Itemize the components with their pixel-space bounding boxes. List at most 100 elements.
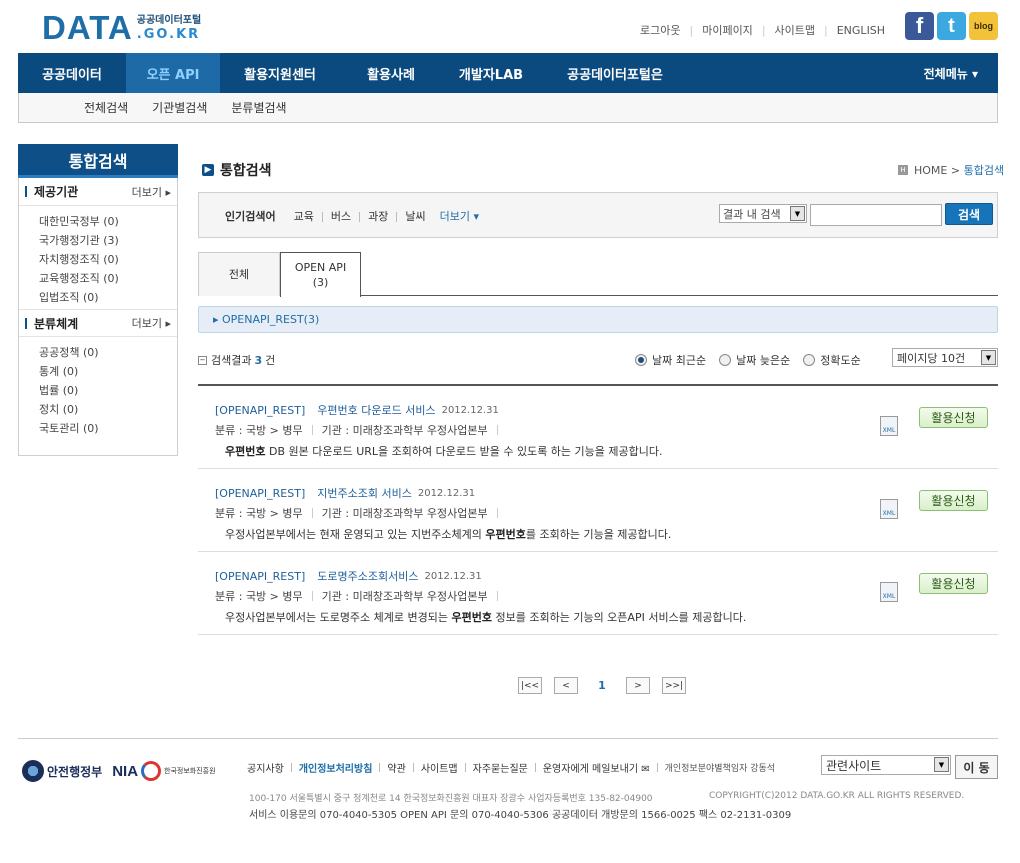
result-title[interactable]: 우편번호 다운로드 서비스	[317, 402, 435, 418]
all-menu-button[interactable]: 전체메뉴 ▾	[924, 53, 998, 93]
gnb-public-data[interactable]: 공공데이터	[18, 53, 126, 93]
result-type[interactable]: [OPENAPI_REST]	[215, 487, 305, 500]
search-scope-select[interactable]: 결과 내 검색 ▼	[719, 204, 807, 223]
search-button[interactable]: 검색	[945, 203, 993, 225]
mypage-link[interactable]: 마이페이지	[702, 22, 753, 38]
go-button[interactable]: 이 동	[955, 755, 998, 779]
category-item[interactable]: 공공정책 (0)	[39, 343, 177, 362]
subnav-category-search[interactable]: 분류별검색	[231, 99, 286, 116]
category-item[interactable]: 정치 (0)	[39, 400, 177, 419]
result-type[interactable]: [OPENAPI_REST]	[215, 570, 305, 583]
result-date: 2012.12.31	[417, 487, 476, 499]
xml-icon[interactable]: XML	[880, 416, 898, 436]
gnb-use-cases[interactable]: 활용사례	[340, 53, 442, 93]
facebook-icon[interactable]: f	[905, 12, 934, 40]
footer-divider	[18, 738, 998, 739]
breadcrumb-current: 통합검색	[963, 164, 1005, 177]
apply-button[interactable]: 활용신청	[919, 490, 988, 511]
current-page[interactable]: 1	[590, 677, 614, 694]
page-title: ▶ 통합검색	[202, 160, 272, 180]
provider-item[interactable]: 교육행정조직 (0)	[39, 269, 177, 288]
provider-item[interactable]: 대한민국정부 (0)	[39, 212, 177, 231]
result-title[interactable]: 지번주소조회 서비스	[317, 485, 412, 501]
result-count: − 검색결과 3 건	[198, 353, 276, 367]
category-item[interactable]: 법률 (0)	[39, 381, 177, 400]
next-page-button[interactable]: >	[626, 677, 650, 694]
sitemap-link[interactable]: 사이트맵	[775, 22, 815, 38]
provider-more-link[interactable]: 더보기 ▸	[132, 184, 171, 200]
provider-list: 대한민국정부 (0) 국가행정기관 (3) 자치행정조직 (0) 교육행정조직 …	[19, 206, 177, 309]
category-filter-bar[interactable]: ▸ OPENAPI_REST(3)	[198, 306, 998, 333]
footer-copyright: COPYRIGHT(C)2012 DATA.GO.KR ALL RIGHTS R…	[709, 791, 965, 801]
related-sites-select[interactable]: 관련사이트 ▼	[821, 755, 951, 775]
result-type[interactable]: [OPENAPI_REST]	[215, 404, 305, 417]
apply-button[interactable]: 활용신청	[919, 573, 988, 594]
result-category: 분류 : 국방 > 병무	[215, 507, 303, 520]
sort-oldest[interactable]: 날짜 늦은순	[719, 352, 790, 368]
blog-icon[interactable]: blog	[969, 12, 998, 40]
tab-open-api[interactable]: OPEN API (3)	[280, 252, 361, 297]
category-item[interactable]: 통계 (0)	[39, 362, 177, 381]
prev-page-button[interactable]: <	[554, 677, 578, 694]
footer-terms-link[interactable]: 약관	[387, 760, 405, 775]
category-section-label: 분류체계	[34, 316, 79, 331]
nia-logo: NIA 한국정보화진흥원	[112, 761, 216, 781]
provider-item[interactable]: 자치행정조직 (0)	[39, 250, 177, 269]
popular-keyword[interactable]: 버스	[314, 208, 351, 224]
logo-domain: .GO.KR	[136, 27, 201, 42]
popular-more-link[interactable]: 더보기 ▾	[440, 208, 479, 224]
logout-link[interactable]: 로그아웃	[640, 22, 680, 38]
footer-sitemap-link[interactable]: 사이트맵	[421, 760, 458, 775]
result-agency: 기관 : 미래창조과학부 우정사업본부	[321, 424, 488, 437]
footer-privacy-link[interactable]: 개인정보처리방침	[299, 760, 373, 775]
provider-item[interactable]: 입법조직 (0)	[39, 288, 177, 307]
xml-icon[interactable]: XML	[880, 499, 898, 519]
site-logo[interactable]: DATA 공공데이터포털 .GO.KR	[42, 9, 201, 46]
subnav-all-search[interactable]: 전체검색	[84, 99, 128, 116]
result-tabs: 전체 OPEN API (3)	[198, 252, 998, 297]
twitter-icon[interactable]: t	[937, 12, 966, 40]
last-page-button[interactable]: >>|	[662, 677, 686, 694]
gnb-dev-lab[interactable]: 개발자LAB	[442, 53, 540, 93]
search-input[interactable]	[810, 204, 942, 226]
breadcrumb: H HOME > 통합검색	[898, 162, 1004, 178]
sort-accuracy[interactable]: 정확도순	[803, 352, 861, 368]
first-page-button[interactable]: |<<	[518, 677, 542, 694]
gnb-support-center[interactable]: 활용지원센터	[220, 53, 340, 93]
subnav-agency-search[interactable]: 기관별검색	[152, 99, 207, 116]
popular-keywords: 인기검색어 교육 버스 과장 날씨 더보기 ▾	[225, 208, 479, 224]
gnb-open-api[interactable]: 오픈 API	[126, 53, 220, 93]
result-title[interactable]: 도로명주소조회서비스	[317, 568, 418, 584]
category-section-header: 분류체계 더보기 ▸	[19, 309, 177, 337]
breadcrumb-home[interactable]: HOME >	[914, 164, 960, 177]
search-panel: 인기검색어 교육 버스 과장 날씨 더보기 ▾ 결과 내 검색 ▼ 검색	[198, 192, 998, 238]
footer-faq-link[interactable]: 자주묻는질문	[473, 760, 528, 775]
apply-button[interactable]: 활용신청	[919, 407, 988, 428]
result-category: 분류 : 국방 > 병무	[215, 424, 303, 437]
logo-main: DATA	[42, 9, 133, 46]
footer-mail-link[interactable]: 운영자에게 메일보내기 ✉	[543, 760, 650, 775]
provider-section-header: 제공기관 더보기 ▸	[19, 178, 177, 206]
popular-keyword[interactable]: 날씨	[388, 208, 425, 224]
xml-icon[interactable]: XML	[880, 582, 898, 602]
pagination: |<< < 1 > >>|	[518, 677, 686, 694]
footer-notice-link[interactable]: 공지사항	[247, 760, 284, 775]
result-date: 2012.12.31	[424, 570, 482, 582]
provider-item[interactable]: 국가행정기관 (3)	[39, 231, 177, 250]
result-item: [OPENAPI_REST] 도로명주소조회서비스 2012.12.31 분류 …	[198, 552, 998, 635]
english-link[interactable]: ENGLISH	[837, 24, 885, 37]
per-page-select[interactable]: 페이지당 10건 ▼	[892, 348, 998, 367]
category-more-link[interactable]: 더보기 ▸	[132, 315, 171, 331]
result-description: 우편번호 DB 원본 다운로드 URL을 조회하여 다운로드 받을 수 있도록 …	[225, 445, 663, 458]
gnb-about[interactable]: 공공데이터포털은	[540, 53, 690, 93]
popular-keyword[interactable]: 과장	[351, 208, 388, 224]
popular-label: 인기검색어	[225, 210, 276, 223]
category-item[interactable]: 국토관리 (0)	[39, 419, 177, 438]
sort-recent[interactable]: 날짜 최근순	[635, 352, 706, 368]
popular-keyword[interactable]: 교육	[294, 208, 314, 224]
government-emblem-icon	[22, 760, 44, 782]
footer-address: 100-170 서울특별시 중구 청계천로 14 한국정보화진흥원 대표자 장광…	[249, 794, 653, 804]
tab-all[interactable]: 전체	[198, 252, 280, 296]
nia-swirl-icon	[141, 761, 162, 781]
home-icon: H	[898, 165, 908, 175]
